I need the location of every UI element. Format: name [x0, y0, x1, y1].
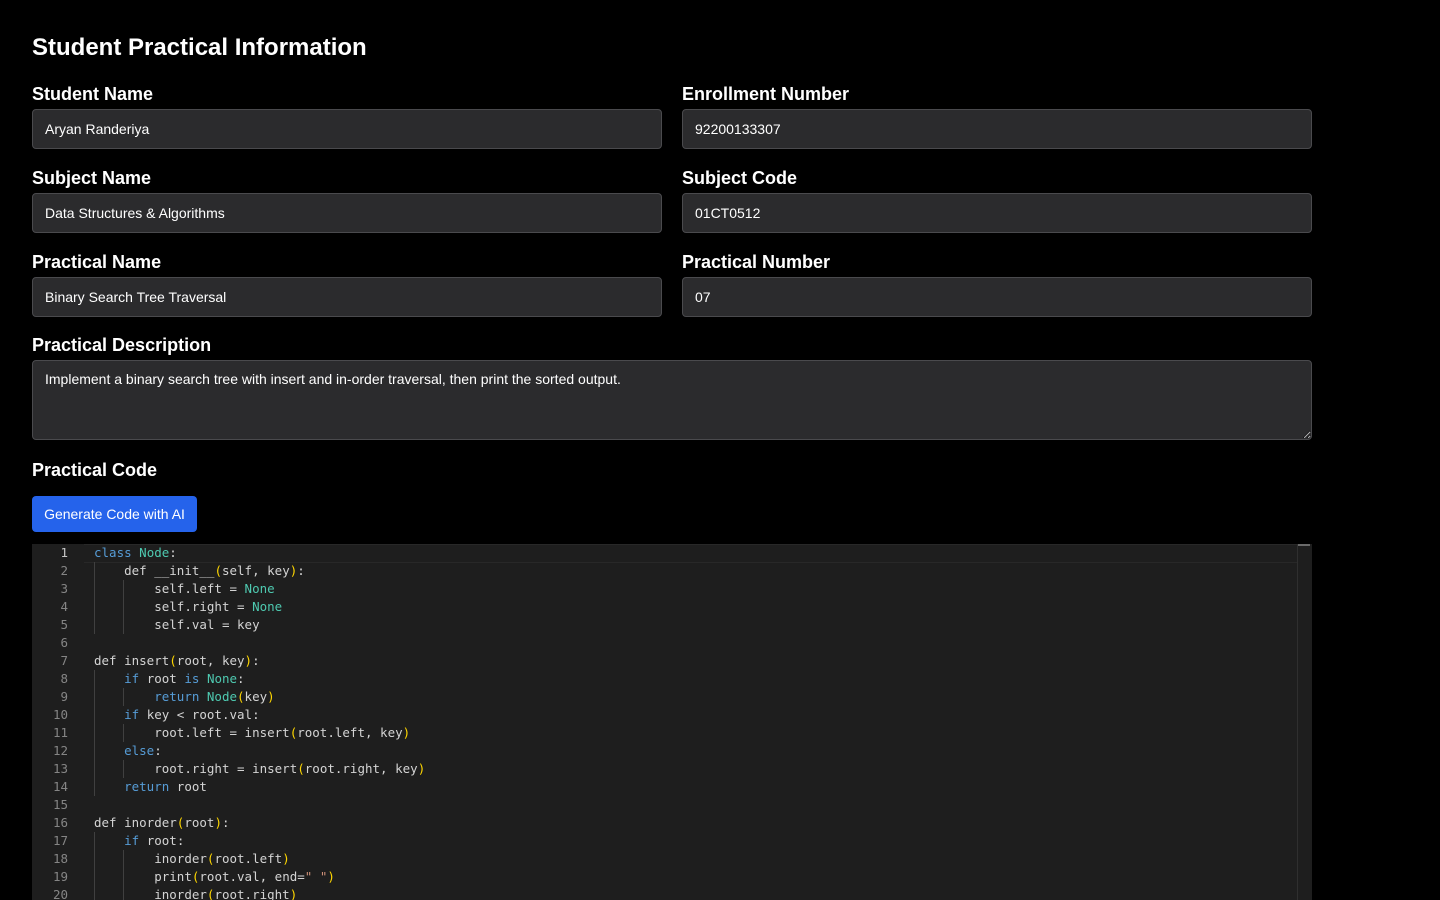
indent-guide: [123, 598, 124, 616]
editor-gutter: 1 2 3 4 5 6 7 8 9 10 11 12 13 14 15 16 17 18 19 20: [32, 544, 84, 900]
enrollment-number-group: Enrollment Number: [682, 83, 1312, 149]
practical-description-label: Practical Description: [32, 335, 212, 355]
code-line[interactable]: self.left = None: [94, 580, 274, 598]
indent-guide: [94, 688, 95, 706]
line-number: 7: [60, 653, 68, 668]
indent-guide: [123, 724, 124, 742]
code-line[interactable]: print(root.val, end=" "): [94, 868, 335, 886]
indent-guide: [94, 616, 95, 634]
line-number: 16: [52, 815, 68, 830]
practical-description-textarea[interactable]: Implement a binary search tree with inse…: [32, 360, 1312, 440]
code-line[interactable]: inorder(root.right): [94, 886, 297, 900]
line-number: 20: [52, 887, 68, 900]
current-line-highlight: [84, 544, 1298, 563]
page-title: Student Practical Information: [32, 34, 367, 61]
indent-guide: [123, 616, 124, 634]
subject-name-input[interactable]: [32, 193, 662, 233]
line-number: 2: [60, 563, 68, 578]
indent-guide: [94, 580, 95, 598]
line-number: 1: [60, 545, 68, 560]
indent-guide: [123, 760, 124, 778]
line-number: 6: [60, 635, 68, 650]
editor-scrollbar-thumb[interactable]: [1298, 544, 1310, 546]
code-line[interactable]: def inorder(root):: [94, 814, 230, 832]
indent-guide: [94, 670, 95, 688]
line-number: 11: [52, 725, 68, 740]
practical-number-input[interactable]: [682, 277, 1312, 317]
subject-name-group: Subject Name: [32, 167, 662, 233]
code-line[interactable]: self.val = key: [94, 616, 259, 634]
indent-guide: [94, 886, 95, 900]
indent-guide: [123, 886, 124, 900]
practical-name-group: Practical Name: [32, 251, 662, 317]
practical-code-label: Practical Code: [32, 460, 158, 480]
subject-code-group: Subject Code: [682, 167, 1312, 233]
practical-name-input[interactable]: [32, 277, 662, 317]
line-number: 19: [52, 869, 68, 884]
indent-guide: [94, 706, 95, 724]
practical-name-label: Practical Name: [32, 252, 162, 272]
subject-code-label: Subject Code: [682, 168, 798, 188]
editor-scrollbar[interactable]: [1297, 544, 1312, 900]
code-line[interactable]: return root: [94, 778, 207, 796]
line-number: 9: [60, 689, 68, 704]
line-number: 5: [60, 617, 68, 632]
student-name-label: Student Name: [32, 84, 154, 104]
practical-number-label: Practical Number: [682, 252, 831, 272]
indent-guide: [123, 580, 124, 598]
code-line[interactable]: if key < root.val:: [94, 706, 260, 724]
indent-guide: [94, 868, 95, 886]
line-number: 3: [60, 581, 68, 596]
code-line[interactable]: if root is None:: [94, 670, 244, 688]
line-number: 12: [52, 743, 68, 758]
indent-guide: [123, 850, 124, 868]
line-number: 15: [52, 797, 68, 812]
code-line[interactable]: else:: [94, 742, 162, 760]
indent-guide: [94, 724, 95, 742]
subject-code-input[interactable]: [682, 193, 1312, 233]
enrollment-number-label: Enrollment Number: [682, 84, 850, 104]
line-number: 8: [60, 671, 68, 686]
practical-description-group: Practical Description Implement a binary…: [32, 334, 1312, 440]
indent-guide: [94, 598, 95, 616]
code-line[interactable]: root.left = insert(root.left, key): [94, 724, 410, 742]
enrollment-number-input[interactable]: [682, 109, 1312, 149]
indent-guide: [94, 760, 95, 778]
line-number: 13: [52, 761, 68, 776]
code-line[interactable]: return Node(key): [94, 688, 274, 706]
code-line[interactable]: def insert(root, key):: [94, 652, 260, 670]
indent-guide: [94, 832, 95, 850]
indent-guide: [123, 688, 124, 706]
line-number: 17: [52, 833, 68, 848]
line-number: 10: [52, 707, 68, 722]
line-number: 18: [52, 851, 68, 866]
code-line[interactable]: if root:: [94, 832, 184, 850]
student-name-input[interactable]: [32, 109, 662, 149]
indent-guide: [94, 562, 95, 580]
indent-guide: [123, 868, 124, 886]
student-name-group: Student Name: [32, 83, 662, 149]
code-editor[interactable]: 1 2 3 4 5 6 7 8 9 10 11 12 13 14 15 16 17 18 19 20 class No…: [32, 544, 1312, 900]
indent-guide: [94, 850, 95, 868]
code-line[interactable]: def __init__(self, key):: [94, 562, 305, 580]
generate-code-button[interactable]: Generate Code with AI: [32, 496, 197, 532]
line-number: 14: [52, 779, 68, 794]
code-line[interactable]: root.right = insert(root.right, key): [94, 760, 425, 778]
indent-guide: [94, 778, 95, 796]
line-number: 4: [60, 599, 68, 614]
subject-name-label: Subject Name: [32, 168, 152, 188]
indent-guide: [94, 742, 95, 760]
code-line[interactable]: class Node:: [94, 544, 177, 562]
page: Student Practical Information Student Na…: [0, 0, 1440, 900]
practical-number-group: Practical Number: [682, 251, 1312, 317]
